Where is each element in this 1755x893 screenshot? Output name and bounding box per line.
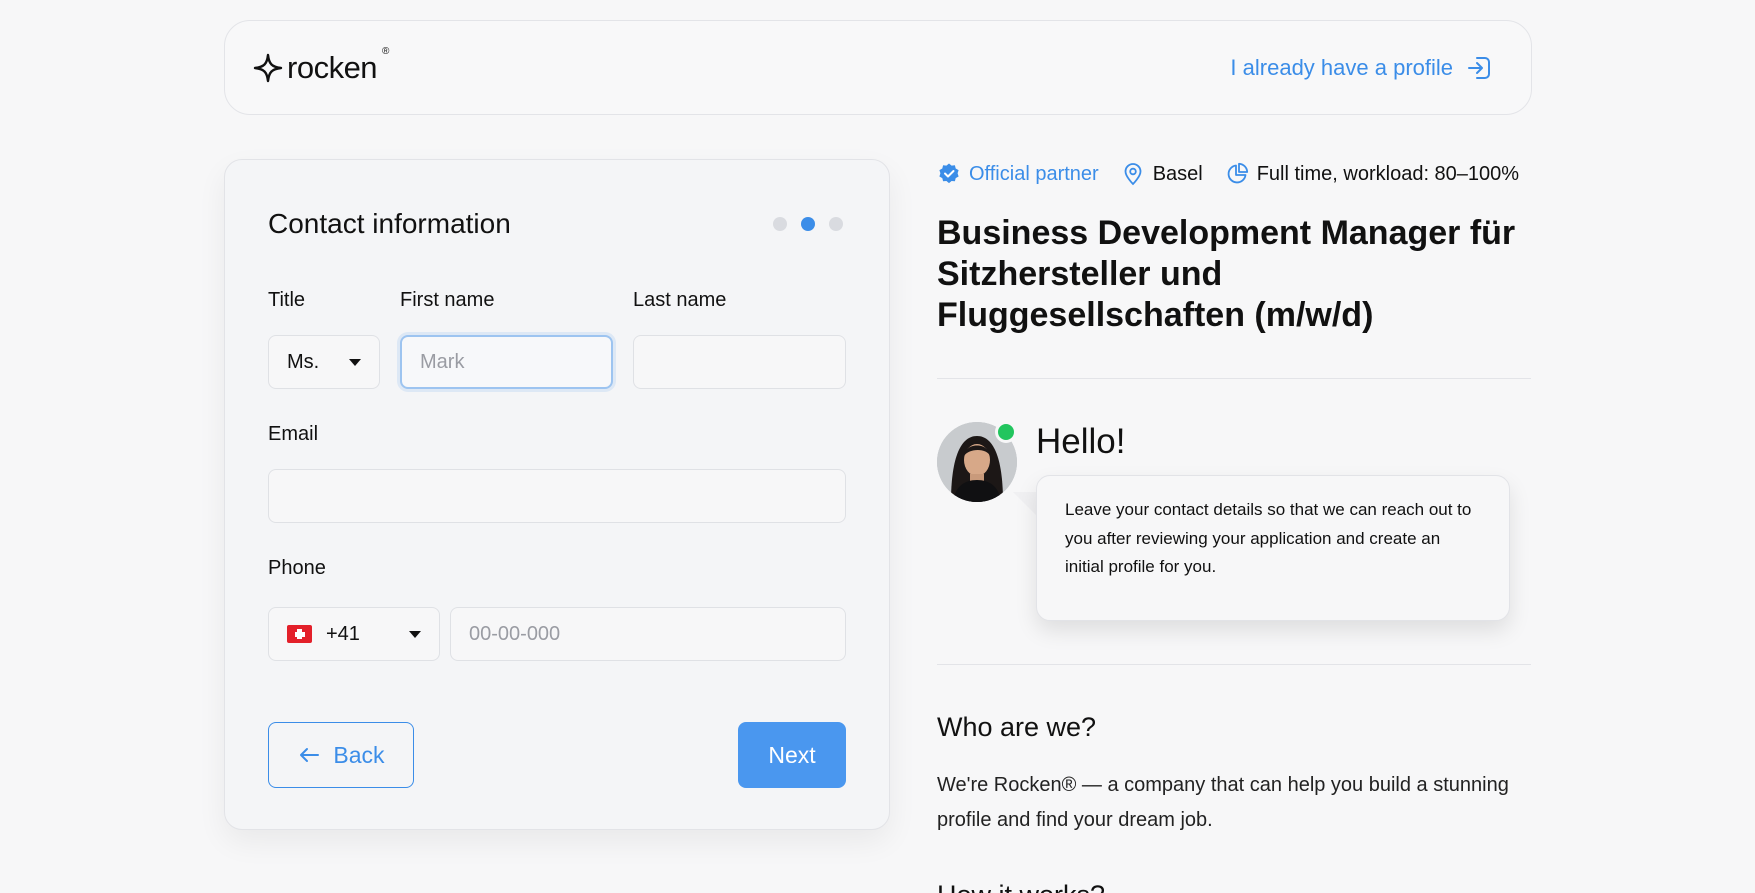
last-name-label: Last name bbox=[633, 289, 727, 311]
login-link[interactable]: I already have a profile bbox=[1230, 54, 1493, 82]
map-pin-icon bbox=[1124, 163, 1142, 186]
how-it-works-heading: How it works? bbox=[937, 880, 1105, 893]
chevron-down-icon bbox=[409, 630, 421, 638]
who-are-we-text: We're Rocken® — a company that can help … bbox=[937, 774, 1509, 831]
online-status-dot bbox=[995, 421, 1017, 443]
official-partner-label: Official partner bbox=[969, 162, 1099, 185]
next-button-label: Next bbox=[768, 741, 816, 768]
first-name-label: First name bbox=[400, 289, 495, 311]
title-label: Title bbox=[268, 289, 306, 311]
recruiter-message-bubble: Leave your contact details so that we ca… bbox=[1036, 475, 1510, 621]
country-code-select[interactable]: +41 bbox=[268, 607, 440, 661]
form-title: Contact information bbox=[268, 208, 511, 239]
job-workload-label: Full time, workload: 80–100% bbox=[1256, 162, 1520, 185]
divider bbox=[937, 378, 1531, 379]
pie-chart-icon bbox=[1227, 162, 1248, 184]
arrow-left-icon bbox=[300, 748, 320, 762]
logo-text: rocken bbox=[287, 49, 378, 85]
title-select[interactable]: Ms. bbox=[268, 335, 380, 389]
speech-bubble-tail bbox=[1013, 492, 1037, 516]
email-label: Email bbox=[268, 423, 319, 445]
verified-badge-icon bbox=[939, 163, 959, 184]
application-page: rocken ® I already have a profile Contac… bbox=[0, 0, 1755, 893]
sign-in-arrow-icon bbox=[1468, 56, 1490, 79]
step-indicator bbox=[773, 217, 843, 231]
official-partner-badge: Official partner bbox=[937, 162, 1099, 186]
top-header: rocken ® I already have a profile bbox=[224, 20, 1532, 115]
step-dot-1 bbox=[773, 217, 787, 231]
step-dot-2-active bbox=[801, 217, 815, 231]
contact-form-card: Contact information Title First name Las… bbox=[224, 159, 890, 830]
recruiter-message: Leave your contact details so that we ca… bbox=[1065, 500, 1472, 576]
sparkle-star-icon bbox=[253, 53, 283, 82]
country-code-value: +41 bbox=[326, 622, 360, 645]
back-button[interactable]: Back bbox=[268, 722, 414, 788]
login-link-label: I already have a profile bbox=[1230, 54, 1453, 80]
logo-registered-mark: ® bbox=[382, 45, 390, 57]
phone-input[interactable] bbox=[450, 607, 846, 661]
job-location-label: Basel bbox=[1152, 162, 1203, 185]
last-name-input[interactable] bbox=[633, 335, 846, 389]
step-dot-3 bbox=[829, 217, 843, 231]
title-select-value: Ms. bbox=[287, 350, 320, 373]
who-are-we-heading: Who are we? bbox=[937, 712, 1097, 742]
back-button-label: Back bbox=[333, 741, 385, 768]
job-workload: Full time, workload: 80–100% bbox=[1225, 162, 1519, 186]
swiss-flag-icon bbox=[287, 625, 312, 643]
job-title: Business Development Manager für Sitzher… bbox=[937, 214, 1516, 334]
job-meta: Official partner Basel Full time, worklo… bbox=[937, 162, 1541, 186]
phone-label: Phone bbox=[268, 557, 326, 579]
rocken-logo[interactable]: rocken ® bbox=[253, 46, 389, 86]
next-button[interactable]: Next bbox=[738, 722, 846, 788]
divider bbox=[937, 664, 1531, 665]
job-location: Basel bbox=[1121, 162, 1203, 186]
greeting: Hello! bbox=[1036, 422, 1126, 461]
email-input[interactable] bbox=[268, 469, 846, 523]
chevron-down-icon bbox=[349, 358, 361, 366]
first-name-input[interactable] bbox=[400, 335, 613, 389]
